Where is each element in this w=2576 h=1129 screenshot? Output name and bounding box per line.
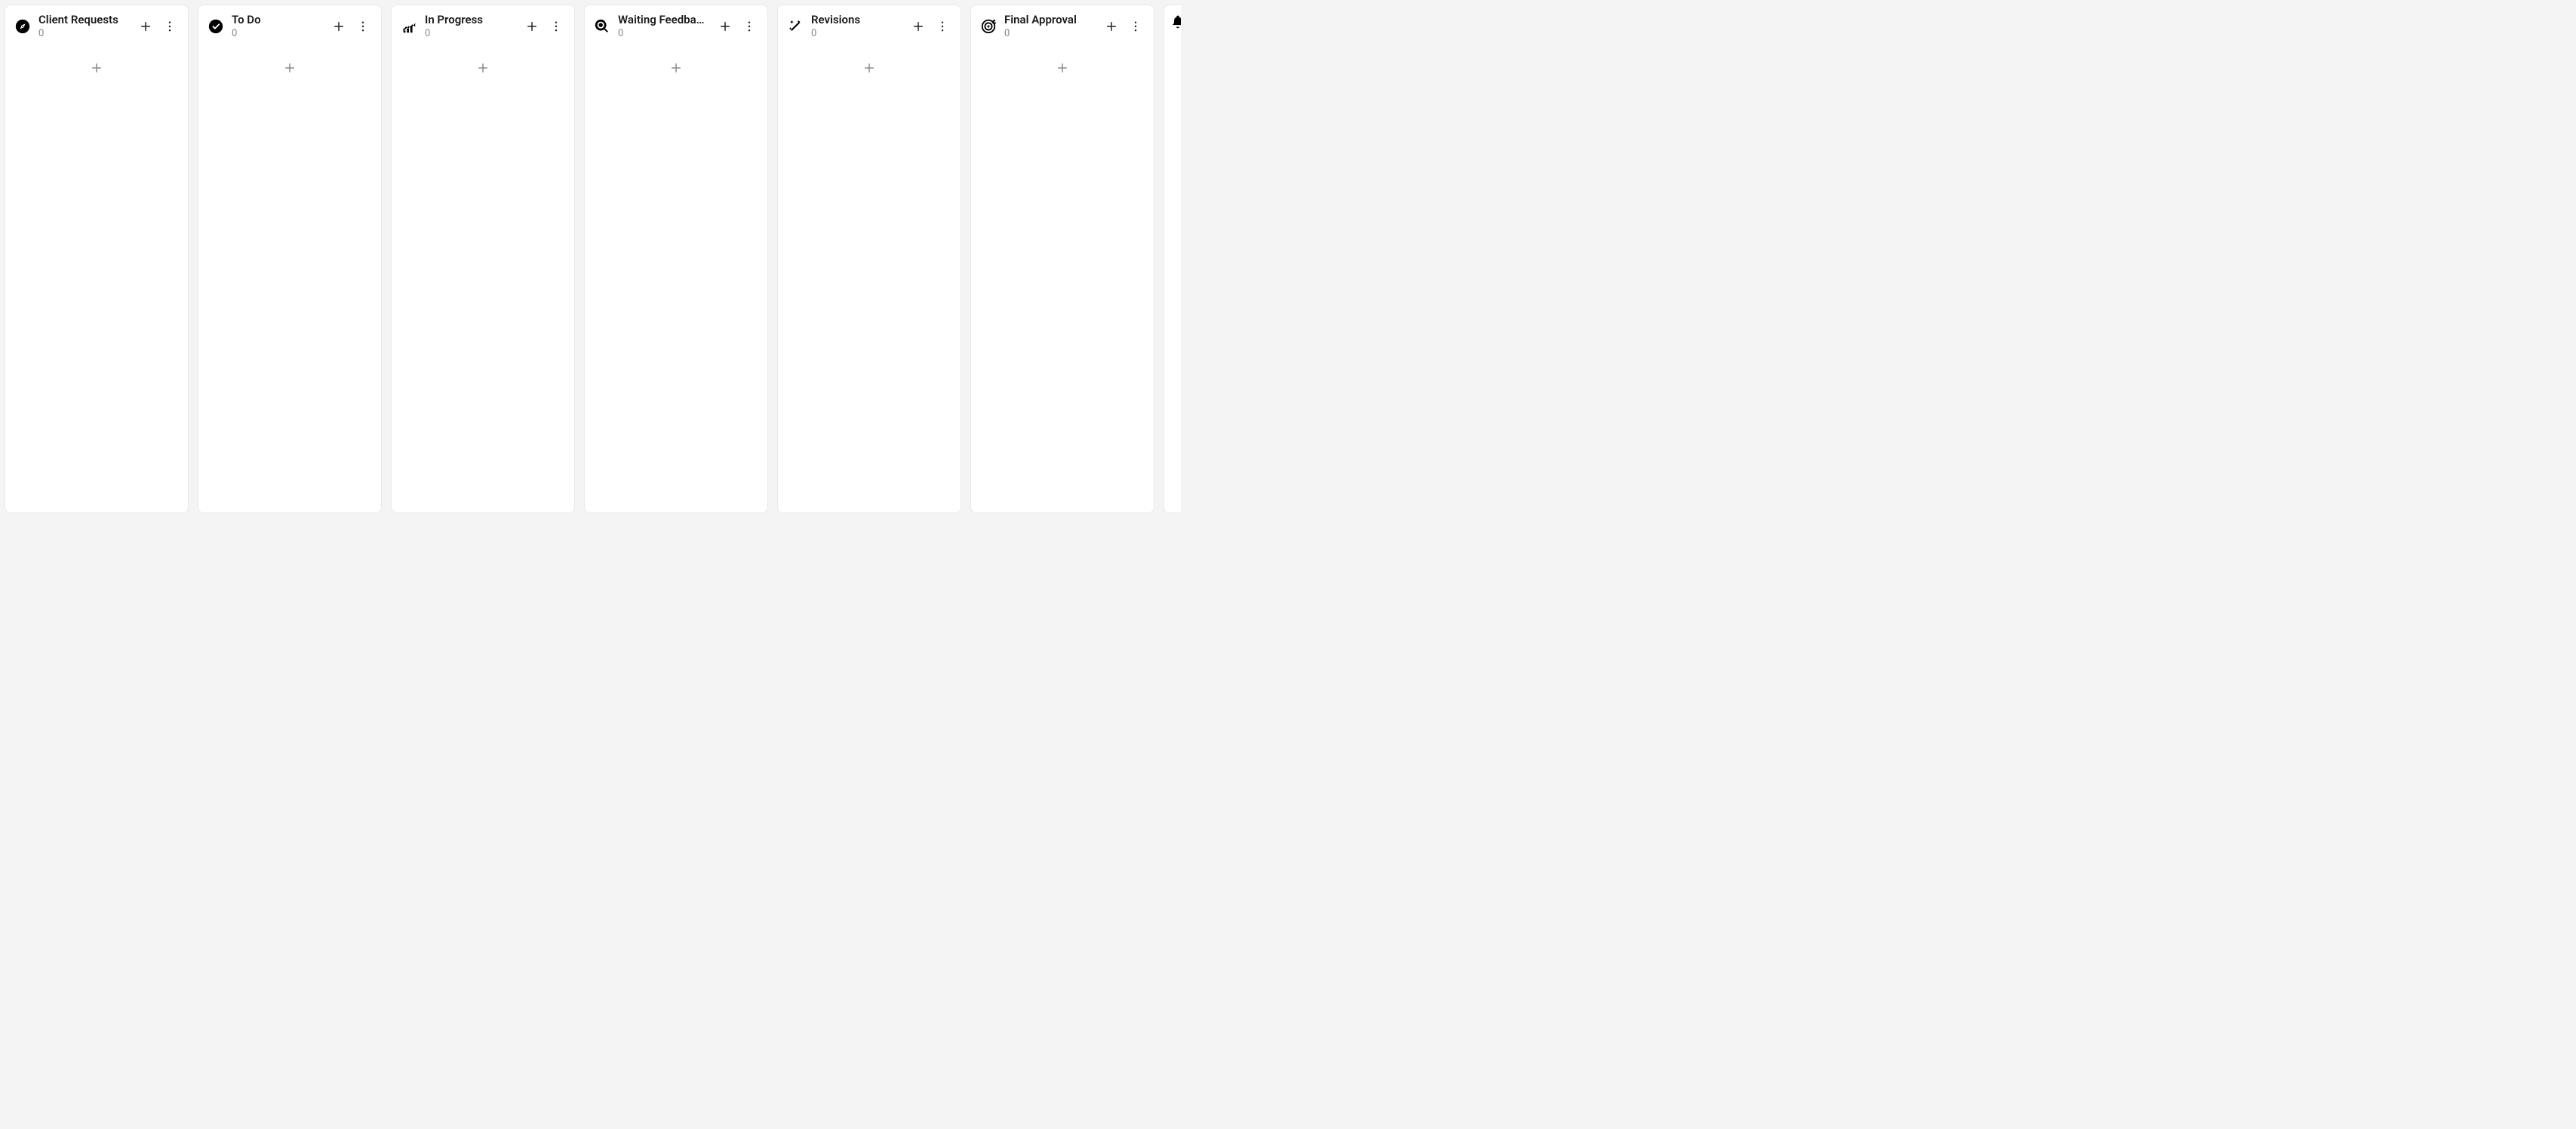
add-card-zone[interactable] [979,51,1146,85]
column-header-actions [715,16,760,37]
column-to-do: To Do 0 [198,5,382,513]
plus-icon [862,61,876,75]
trending-icon [401,18,417,35]
plus-icon [476,61,490,75]
add-card-button[interactable] [135,16,156,37]
column-header: Client Requests 0 [5,5,188,45]
column-header: To Do 0 [198,5,381,45]
column-titleblock: Waiting Feedback 0 [618,13,707,39]
column-titleblock: Revisions 0 [811,13,900,39]
column-header-actions [521,16,567,37]
column-count: 0 [232,29,321,39]
add-card-button[interactable] [715,16,736,37]
column-count: 0 [618,29,707,39]
column-title: Client Requests [38,13,128,27]
magicwand-icon [787,18,804,35]
column-title: Revisions [811,13,900,27]
column-client-requests: Client Requests 0 [5,5,189,513]
add-card-zone[interactable] [13,51,180,85]
column-next-partial [1164,5,1181,513]
column-header-actions [908,16,953,37]
column-in-progress: In Progress 0 [391,5,575,513]
plus-icon [669,61,683,75]
column-header-actions [328,16,373,37]
magnify-icon [594,18,610,35]
column-menu-button[interactable] [1125,16,1146,37]
column-count: 0 [38,29,128,39]
bell-icon [1170,14,1181,29]
column-count: 0 [1004,29,1093,39]
add-card-zone[interactable] [206,51,373,85]
column-count: 0 [425,29,514,39]
column-menu-button[interactable] [932,16,953,37]
column-header-actions [1101,16,1146,37]
checkcircle-icon [207,18,224,35]
column-titleblock: Client Requests 0 [38,13,128,39]
column-title: Final Approval [1004,13,1093,27]
column-menu-button[interactable] [739,16,760,37]
column-titleblock: In Progress 0 [425,13,514,39]
column-menu-button[interactable] [352,16,373,37]
column-header: Waiting Feedback 0 [585,5,767,45]
plus-icon [283,61,297,75]
column-header-actions [135,16,180,37]
column-title: In Progress [425,13,514,27]
add-card-zone[interactable] [399,51,567,85]
add-card-zone[interactable] [592,51,760,85]
target-icon [980,18,997,35]
column-header: Revisions 0 [778,5,961,45]
plus-icon [90,61,103,75]
column-title: Waiting Feedback [618,13,707,27]
column-revisions: Revisions 0 [777,5,961,513]
column-count: 0 [811,29,900,39]
column-header: Final Approval 0 [971,5,1154,45]
column-menu-button[interactable] [159,16,180,37]
column-titleblock: Final Approval 0 [1004,13,1093,39]
column-header: In Progress 0 [392,5,574,45]
column-waiting-feedback: Waiting Feedback 0 [584,5,768,513]
column-final-approval: Final Approval 0 [970,5,1154,513]
column-title: To Do [232,13,321,27]
plus-icon [1056,61,1069,75]
column-titleblock: To Do 0 [232,13,321,39]
add-card-button[interactable] [521,16,543,37]
add-card-button[interactable] [1101,16,1122,37]
column-menu-button[interactable] [546,16,567,37]
add-card-zone[interactable] [785,51,953,85]
compass-icon [14,18,31,35]
add-card-button[interactable] [908,16,929,37]
kanban-board: Client Requests 0 To D [0,0,1179,518]
add-card-button[interactable] [328,16,349,37]
